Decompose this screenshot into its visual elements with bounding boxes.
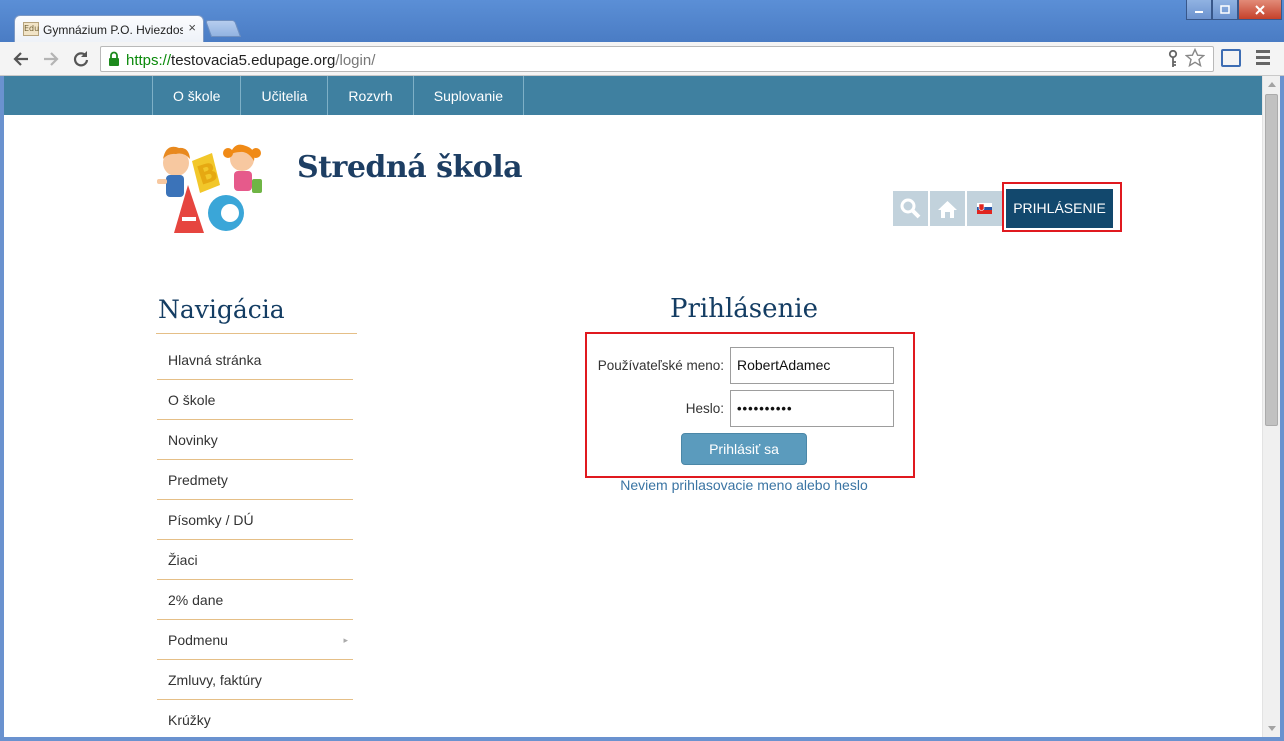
sidebar-heading-divider <box>156 333 357 334</box>
sidebar-item-ziaci[interactable]: Žiaci <box>157 540 353 580</box>
sidebar-item-label: Podmenu <box>168 632 228 648</box>
login-title: Prihlásenie <box>670 294 818 324</box>
sidebar-item-kruzky[interactable]: Krúžky <box>157 700 353 737</box>
window-maximize-button[interactable] <box>1212 0 1238 20</box>
sidebar-item-pisomky-du[interactable]: Písomky / DÚ <box>157 500 353 540</box>
login-submit-button[interactable]: Prihlásiť sa <box>681 433 807 465</box>
key-icon[interactable] <box>1167 50 1179 68</box>
username-label: Používateľské meno: <box>597 358 724 373</box>
topnav-item-suplovanie[interactable]: Suplovanie <box>414 76 525 115</box>
sidebar-item-zmluvy-faktury[interactable]: Zmluvy, faktúry <box>157 660 353 700</box>
url-host: testovacia5.edupage.org <box>171 52 336 69</box>
url-text: https://testovacia5.edupage.org/login/ <box>126 52 375 69</box>
new-tab-button[interactable] <box>204 20 242 37</box>
search-button[interactable] <box>893 191 928 226</box>
sidebar-item-label: Predmety <box>168 472 228 488</box>
slovak-flag-icon <box>977 203 992 214</box>
web-page: O škole Učitelia Rozvrh Suplovanie B Str… <box>4 76 1262 737</box>
close-icon <box>1255 5 1265 15</box>
maximize-icon <box>1220 5 1230 14</box>
tab-title: Gymnázium P.O. Hviezdoslava <box>43 23 183 37</box>
password-label: Heslo: <box>685 401 724 416</box>
sidebar-heading: Navigácia <box>158 295 285 324</box>
page-scrollbar[interactable] <box>1262 76 1280 737</box>
url-scheme: https:// <box>126 52 172 69</box>
window-frame-bottom <box>0 737 1284 741</box>
scroll-up-arrow-icon[interactable] <box>1268 82 1276 87</box>
sidebar-menu: Hlavná stránka O škole Novinky Predmety … <box>157 340 353 737</box>
reload-icon <box>73 51 89 67</box>
sidebar-item-label: Písomky / DÚ <box>168 512 254 528</box>
sidebar-item-label: O škole <box>168 392 216 408</box>
sidebar-item-label: Krúžky <box>168 712 211 728</box>
arrow-left-icon <box>13 52 28 66</box>
reload-button[interactable] <box>70 48 92 70</box>
home-button[interactable] <box>930 191 965 226</box>
sidebar-item-o-skole[interactable]: O škole <box>157 380 353 420</box>
scrollbar-thumb[interactable] <box>1265 94 1278 426</box>
sidebar-item-label: Zmluvy, faktúry <box>168 672 262 688</box>
star-icon[interactable] <box>1185 48 1205 68</box>
top-navigation: O škole Učitelia Rozvrh Suplovanie <box>4 76 1262 115</box>
password-input[interactable]: •••••••••• <box>730 390 894 427</box>
window-frame-right <box>1280 76 1284 741</box>
url-path: /login/ <box>335 52 376 69</box>
scroll-down-arrow-icon[interactable] <box>1268 726 1276 731</box>
submenu-arrow-icon: ▸ <box>343 635 348 645</box>
arrow-right-icon <box>44 52 59 66</box>
sidebar-item-label: Novinky <box>168 432 218 448</box>
screen-icon[interactable] <box>1221 49 1241 67</box>
site-title[interactable]: Stredná škola <box>297 150 523 185</box>
forward-button[interactable] <box>40 48 62 70</box>
sidebar-item-label: 2% dane <box>168 592 224 608</box>
browser-toolbar: https://testovacia5.edupage.org/login/ <box>0 42 1284 76</box>
window-minimize-button[interactable] <box>1186 0 1212 20</box>
sidebar-item-hlavna-stranka[interactable]: Hlavná stránka <box>157 340 353 380</box>
menu-icon[interactable] <box>1256 50 1270 68</box>
language-button[interactable] <box>967 191 1002 226</box>
window-close-button[interactable] <box>1238 0 1282 20</box>
sidebar-item-novinky[interactable]: Novinky <box>157 420 353 460</box>
username-input[interactable]: RobertAdamec <box>730 347 894 384</box>
svg-text:B: B <box>194 157 222 192</box>
sidebar-item-podmenu[interactable]: Podmenu ▸ <box>157 620 353 660</box>
highlight-box-login <box>1002 182 1122 232</box>
sidebar-item-label: Hlavná stránka <box>168 352 262 368</box>
window-frame-left <box>0 76 4 741</box>
sidebar-item-predmety[interactable]: Predmety <box>157 460 353 500</box>
topnav-item-rozvrh[interactable]: Rozvrh <box>328 76 414 115</box>
address-bar[interactable]: https://testovacia5.edupage.org/login/ <box>100 46 1214 72</box>
school-logo[interactable]: B <box>154 139 266 239</box>
tab-close-icon[interactable]: × <box>188 20 196 35</box>
search-icon <box>900 198 921 219</box>
back-button[interactable] <box>10 48 32 70</box>
home-icon <box>938 201 957 218</box>
tab-favicon: Edu <box>23 22 39 36</box>
forgot-credentials-link[interactable]: Neviem prihlasovacie meno alebo heslo <box>584 477 904 493</box>
topnav-item-o-skole[interactable]: O škole <box>153 76 242 115</box>
minimize-icon <box>1195 11 1203 13</box>
lock-icon <box>109 51 119 66</box>
sidebar-item-label: Žiaci <box>168 552 198 568</box>
topnav-item-ucitelia[interactable]: Učitelia <box>241 76 329 115</box>
sidebar-item-2-percent-dane[interactable]: 2% dane <box>157 580 353 620</box>
browser-tab[interactable]: Edu Gymnázium P.O. Hviezdoslava × <box>14 15 204 42</box>
browser-titlebar: Edu Gymnázium P.O. Hviezdoslava × <box>0 0 1284 42</box>
